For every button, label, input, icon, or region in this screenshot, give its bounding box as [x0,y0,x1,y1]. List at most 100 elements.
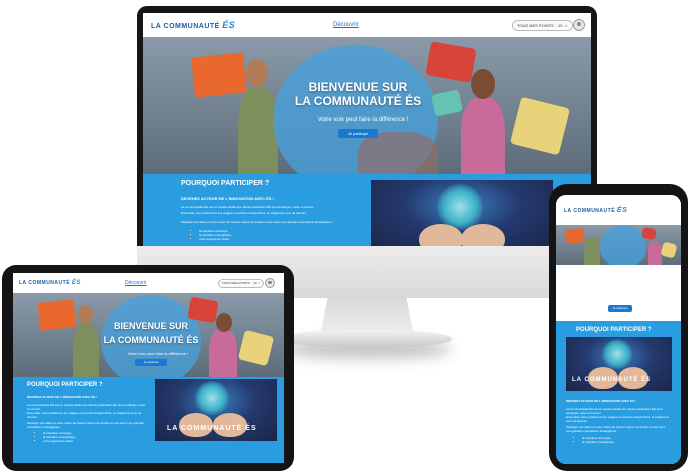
site-logo[interactable]: LA COMMUNAUTÉ ÉS [151,20,235,30]
speech-bubble-orange [565,228,585,244]
desktop-hero: BIENVENUE SUR LA COMMUNAUTÉ ÉS Votre voi… [143,37,591,174]
hero-subtitle: Votre voix peut faire la différence ! [127,351,189,356]
section-paragraph2: Ensemble nous améliorons les usages et s… [181,211,307,215]
section-bullets: la transition d'énergie, la transition é… [33,431,76,443]
logo-accent: ÉS [616,206,628,214]
user-avatar-icon[interactable] [265,278,275,288]
hero-person-left [584,237,600,265]
tablet-hero: BIENVENUE SUR LA COMMUNAUTÉ ÉS Votre voi… [13,293,284,377]
nav-link-discover[interactable]: Découvrir [125,280,146,286]
hero-person-right-head [216,313,232,332]
hands-lightbulb-image: LA COMMUNAUTÉ ÉS [566,337,672,391]
logo-text: LA COMMUNAUTÉ [19,280,71,286]
hero-person-right [209,329,237,377]
hero-person-left [238,87,278,174]
desktop-header: LA COMMUNAUTÉ ÉS Découvrir TOUS MES POIN… [143,13,591,37]
lightbulb-illustration [195,381,229,415]
section-paragraph2: Ensemble nous améliorons les usages et s… [27,411,142,420]
speech-bubble-orange [191,52,247,98]
section-paragraph3: Partagez vos idées et votre vision de l'… [27,421,144,430]
desktop-why-section: POURQUOI PARTICIPER ? DEVENEZ ACTEUR DE … [143,174,591,246]
hero-title: BIENVENUE SUR LA COMMUNAUTÉ ÉS [293,80,423,109]
hands-brand-text: LA COMMUNAUTÉ ÉS [167,425,257,432]
hero-subtitle: Votre voix peut faire la différence ! [317,117,409,123]
points-badge[interactable]: TOUS MES POINTS : 10 ★ [512,19,574,31]
speech-bubble-teal [431,89,463,117]
monitor-stand-base [282,330,452,348]
star-points-icon: ★ [564,22,569,28]
hero-title: BIENVENUE SUR LA COMMUNAUTÉ ÉS [101,321,201,346]
speech-bubble-yellow [660,241,678,259]
section-subtitle: DEVENEZ ACTEUR DE L'INNOVATION AVEC ÉS ! [27,395,97,399]
hero-title-line2: LA COMMUNAUTÉ ÉS [103,335,199,346]
hand-right [461,224,505,246]
logo-text: LA COMMUNAUTÉ [151,23,220,30]
hero-person-left-head [78,305,93,324]
hero-participate-button[interactable]: Je participe [135,359,167,366]
lightbulb-illustration [602,339,632,369]
logo-accent: ÉS [71,280,81,286]
points-value: : 10 [251,281,257,285]
hands-brand-text: LA COMMUNAUTÉ ÉS [572,377,652,383]
site-logo[interactable]: LA COMMUNAUTÉ ÉS [564,207,627,214]
points-label: TOUS MES POINTS [222,281,250,285]
hero-crowd [358,132,438,174]
logo-accent: ÉS [222,20,236,30]
hero-title-line1: BIENVENUE SUR [113,321,188,331]
hero-participate-button[interactable]: Je participe [338,129,378,138]
hands-lightbulb-image [371,180,553,246]
hero-person-left-head [246,59,268,87]
hands-lightbulb-image: LA COMMUNAUTÉ ÉS [155,379,277,441]
phone-hero [556,225,681,265]
hand-left [419,224,463,246]
bullet-item: la transition énergétique, [582,440,615,444]
logo-text: LA COMMUNAUTÉ [564,207,616,214]
section-paragraph1: La Communauté ÉS est un espace dédié aux… [27,403,146,412]
section-subtitle: DEVENEZ ACTEUR DE L'INNOVATION AVEC ÉS ! [566,399,636,403]
tablet-header: LA COMMUNAUTÉ ÉS Découvrir TOUS MES POIN… [13,273,284,293]
mockup-stage: LA COMMUNAUTÉ ÉS Découvrir TOUS MES POIN… [0,0,690,473]
section-bullets: la transition d'énergie, la transition é… [189,229,232,241]
hero-participate-button[interactable]: Je participe [608,305,632,312]
hero-person-right [461,97,505,174]
section-title: POURQUOI PARTICIPER ? [576,327,652,333]
points-label: TOUS MES POINTS [517,22,554,28]
nav-link-discover[interactable]: Découvrir [333,22,359,28]
hero-title-line2: LA COMMUNAUTÉ ÉS [294,93,422,108]
points-value: : 10 [555,22,563,28]
bullet-item: votre expérience client. [199,237,232,241]
hero-title-line1: BIENVENUE SUR [308,80,408,94]
section-paragraph2: Ensemble nous améliorons les usages et s… [566,415,669,424]
speech-bubble-yellow [509,96,571,156]
user-avatar-icon[interactable] [573,19,585,31]
phone-website: LA COMMUNAUTÉ ÉS Je participe POURQUOI P… [556,195,681,464]
tablet-why-section: POURQUOI PARTICIPER ? DEVENEZ ACTEUR DE … [13,377,284,463]
speech-bubble-yellow [237,329,275,367]
tablet-website: LA COMMUNAUTÉ ÉS Découvrir TOUS MES POIN… [13,273,284,463]
speech-bubble-orange [37,299,77,331]
hero-person-left [73,323,99,377]
phone-why-section: POURQUOI PARTICIPER ? LA COMMUNAUTÉ ÉS D… [556,321,681,464]
points-badge[interactable]: TOUS MES POINTS : 10 ★ [218,278,265,288]
site-logo[interactable]: LA COMMUNAUTÉ ÉS [19,280,81,286]
section-paragraph1: La Communauté ÉS est un espace dédié aux… [181,205,315,209]
section-title: POURQUOI PARTICIPER ? [27,382,103,388]
lightbulb-illustration [437,184,483,230]
section-bullets: la transition d'énergie, la transition é… [572,436,615,444]
phone-notch [598,187,640,195]
hero-person-right [648,241,662,265]
section-paragraph3: Partagez vos idées et votre vision de l'… [181,220,333,224]
desktop-website: LA COMMUNAUTÉ ÉS Découvrir TOUS MES POIN… [143,13,591,246]
hero-person-right-head [471,69,495,99]
speech-bubble-red [641,226,657,241]
phone-header: LA COMMUNAUTÉ ÉS [556,195,681,225]
hero-circle [600,225,646,265]
section-paragraph3: Partagez vos idées et votre vision de l'… [566,425,666,434]
speech-bubble-red [425,41,477,83]
section-paragraph1: La Communauté ÉS est un espace dédié aux… [566,407,663,416]
section-title: POURQUOI PARTICIPER ? [181,180,270,187]
star-points-icon: ★ [257,281,261,285]
section-subtitle: DEVENEZ ACTEUR DE L'INNOVATION AVEC ÉS ! [181,196,274,201]
bullet-item: votre expérience client. [43,439,76,443]
speech-bubble-red [187,296,219,324]
